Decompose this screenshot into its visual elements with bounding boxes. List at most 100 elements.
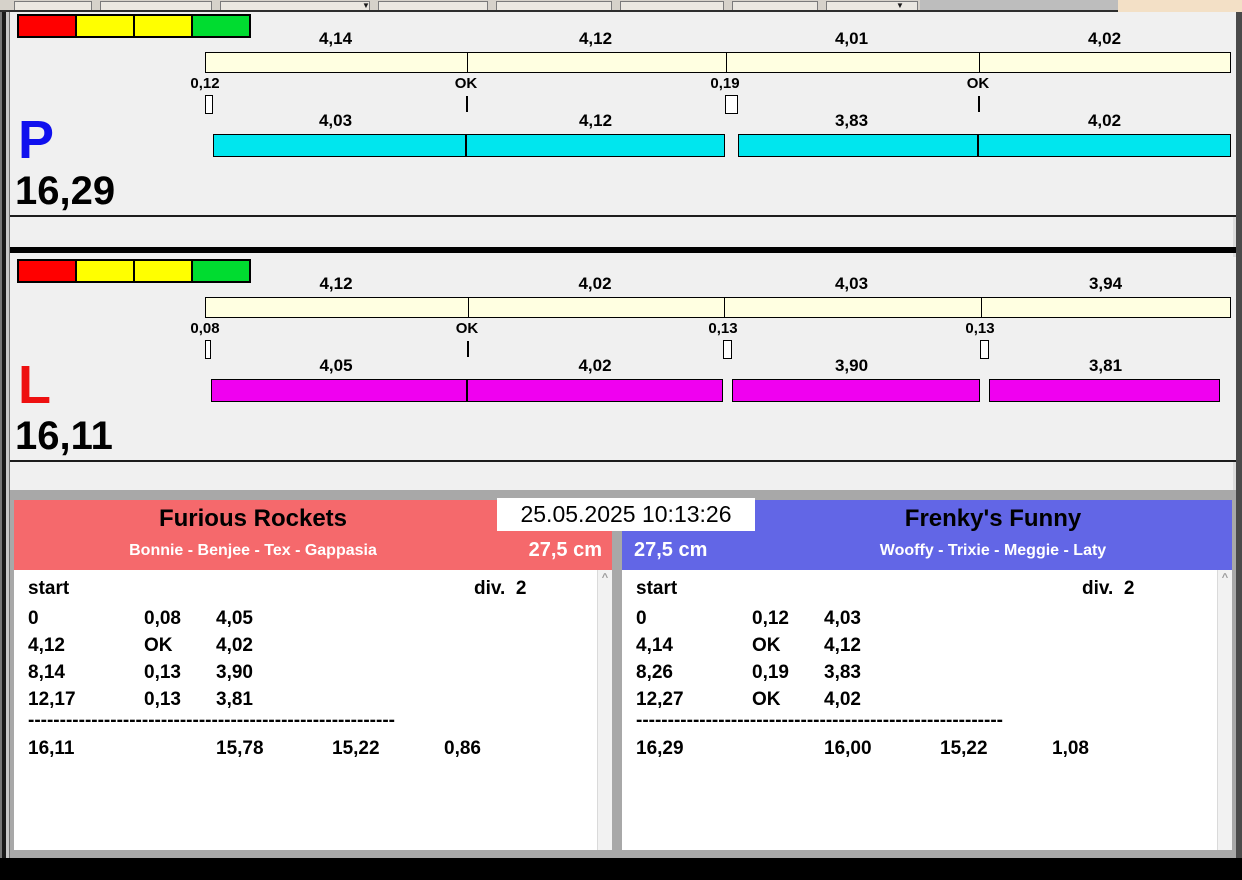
table-cell: 3,83	[824, 662, 861, 683]
table-total-cell: 15,22	[940, 738, 988, 759]
changeover-label: 0,13	[965, 320, 995, 337]
run-bar-segment	[738, 134, 978, 157]
changeover-fault-box	[980, 340, 989, 359]
team-results-table[interactable]: ^ start div. 2 0 0,12 4,03 4,14 OK 4,12 8,26 0,19…	[622, 570, 1232, 850]
run-time-label: 3,81	[1088, 356, 1123, 375]
run-bar-segment	[989, 379, 1220, 402]
lane-panel-l: L 16,11 4,12 4,02 4,03 3,94 0,08 OK 0,13 0,13 4,…	[10, 257, 1236, 462]
reference-bar-tick	[981, 298, 982, 317]
toolbar-side-panel	[1118, 0, 1242, 12]
table-cell: 4,02	[216, 635, 253, 656]
split-time-label: 4,03	[834, 274, 869, 293]
table-total-cell: 15,78	[216, 738, 264, 759]
table-cell: 0	[28, 608, 39, 629]
lane-bars: 4,12 4,02 4,03 3,94 0,08 OK 0,13 0,13 4,05 4,02 3,…	[190, 257, 1231, 462]
changeover-label: 0,13	[708, 320, 738, 337]
split-time-label: 3,94	[1088, 274, 1123, 293]
timing-window: { "icons": { "scroll_up": "^", "dropdown…	[0, 0, 1242, 880]
team-dogs: Bonnie - Benjee - Tex - Gappasia	[129, 542, 377, 559]
changeover-fault-box	[723, 340, 732, 359]
table-cell: 12,27	[636, 689, 684, 710]
changeover-ok-tick	[978, 96, 980, 112]
table-cell: 12,17	[28, 689, 76, 710]
table-cell: 4,12	[824, 635, 861, 656]
start-light	[17, 14, 77, 38]
split-time-label: 4,01	[834, 29, 869, 48]
run-bar-segment	[467, 379, 723, 402]
run-time-label: 4,05	[319, 356, 353, 375]
changeover-label: OK	[966, 75, 990, 92]
run-time-label: 4,02	[578, 356, 612, 375]
changeover-ok-tick	[467, 341, 469, 357]
toolbar-strip: ▼ ▼	[0, 0, 1242, 12]
window-border-right	[1236, 12, 1242, 858]
table-cell: 0,08	[144, 608, 181, 629]
table-total-cell: 16,11	[28, 738, 75, 759]
run-bar-segment	[732, 379, 980, 402]
table-division-label: div. 2	[1082, 578, 1135, 599]
table-separator: ----------------------------------------…	[636, 710, 1003, 731]
changeover-fault-box	[205, 95, 213, 114]
lane-panel-p: P 16,29 4,14 4,12 4,01 4,02 0,12 OK 0,19 OK 4,03…	[10, 12, 1236, 217]
changeover-label: OK	[455, 320, 479, 337]
scroll-up-icon[interactable]: ^	[1218, 572, 1232, 584]
scrollbar[interactable]: ^	[1217, 570, 1232, 850]
run-time-label: 3,90	[834, 356, 869, 375]
team-dogs: Wooffy - Trixie - Meggie - Laty	[879, 542, 1107, 559]
bottom-bar	[0, 858, 1242, 880]
lane-total-time: 16,11	[15, 414, 113, 458]
run-time-label: 4,12	[578, 111, 613, 130]
table-cell: OK	[752, 689, 781, 710]
table-cell: 8,26	[636, 662, 673, 683]
team-name: Furious Rockets	[158, 505, 348, 532]
split-time-label: 4,02	[1087, 29, 1122, 48]
table-cell: 4,12	[28, 635, 65, 656]
reference-bar-tick	[467, 53, 468, 72]
run-bar-segment	[211, 379, 467, 402]
table-cell: 0,13	[144, 662, 181, 683]
table-cell: 3,90	[216, 662, 253, 683]
table-total-cell: 16,00	[824, 738, 872, 759]
table-cell: 4,03	[824, 608, 861, 629]
start-light	[17, 259, 77, 283]
table-cell: 0,19	[752, 662, 789, 683]
scroll-up-icon[interactable]: ^	[598, 572, 612, 584]
lane-divider	[10, 247, 1236, 253]
table-cell: OK	[752, 635, 781, 656]
results-section: Furious Rockets Bonnie - Benjee - Tex - …	[10, 490, 1236, 858]
team-name: Frenky's Funny	[904, 505, 1082, 532]
toolbar-bottom-edge	[0, 10, 1118, 12]
table-start-label: start	[28, 578, 70, 599]
scrollbar[interactable]: ^	[597, 570, 612, 850]
table-cell: 0	[636, 608, 647, 629]
lane-total-time: 16,29	[15, 169, 116, 213]
table-cell: 8,14	[28, 662, 65, 683]
run-bar-segment	[466, 134, 725, 157]
run-time-label: 3,83	[834, 111, 869, 130]
start-light	[133, 14, 193, 38]
start-light	[133, 259, 193, 283]
changeover-label: 0,08	[190, 320, 220, 337]
table-cell: 4,14	[636, 635, 673, 656]
table-total-cell: 1,08	[1052, 738, 1089, 759]
team-results-table[interactable]: ^ start div. 2 0 0,08 4,05 4,12 OK 4,02 8,14 0,13…	[14, 570, 612, 850]
changeover-label: OK	[454, 75, 478, 92]
split-time-label: 4,12	[578, 29, 613, 48]
changeover-ok-tick	[466, 96, 468, 112]
changeover-fault-box	[725, 95, 738, 114]
split-time-label: 4,12	[319, 274, 353, 293]
lane-letter: P	[18, 110, 55, 170]
table-total-cell: 0,86	[444, 738, 481, 759]
changeover-fault-box	[205, 340, 211, 359]
table-cell: 4,02	[824, 689, 861, 710]
lane-bars: 4,14 4,12 4,01 4,02 0,12 OK 0,19 OK 4,03 4,12 3,83…	[190, 12, 1231, 217]
lane-letter: L	[18, 355, 51, 415]
table-start-label: start	[636, 578, 678, 599]
table-cell: 4,05	[216, 608, 253, 629]
run-time-label: 4,02	[1087, 111, 1122, 130]
table-separator: ----------------------------------------…	[28, 710, 395, 731]
reference-bar-tick	[726, 53, 727, 72]
reference-bar-tick	[468, 298, 469, 317]
start-light	[75, 259, 135, 283]
jump-height: 27,5 cm	[634, 539, 708, 561]
